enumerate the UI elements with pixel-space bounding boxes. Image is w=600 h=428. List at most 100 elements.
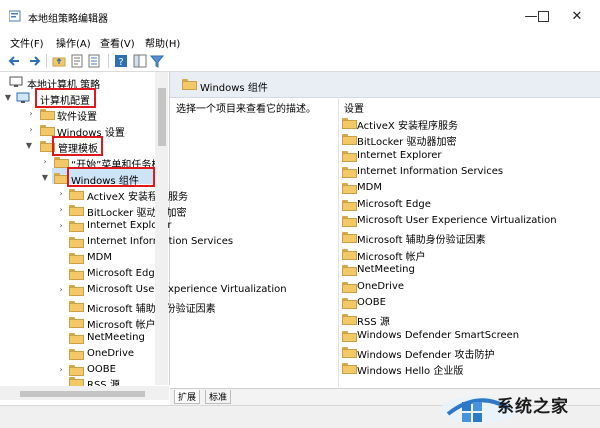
pane-divider xyxy=(338,97,339,387)
expand-arrow-icon[interactable]: › xyxy=(26,106,36,122)
folder-icon xyxy=(69,253,84,264)
tree-node-mdm[interactable]: MDM xyxy=(0,250,156,266)
list-item-label: Microsoft 帐户 xyxy=(357,252,426,263)
folder-icon xyxy=(342,282,357,293)
tab-extended[interactable]: 扩展 xyxy=(174,390,201,404)
svg-text:?: ? xyxy=(118,57,123,68)
tree-node-ue-v[interactable]: › Microsoft User Experience Virtualizati… xyxy=(0,282,287,298)
folder-icon xyxy=(342,249,357,260)
folder-icon xyxy=(182,79,197,90)
expand-arrow-icon[interactable]: › xyxy=(56,186,66,202)
menu-action[interactable]: 操作(A) xyxy=(56,35,91,50)
properties-icon[interactable] xyxy=(70,54,84,68)
list-item-label: ActiveX 安装程序服务 xyxy=(357,121,458,132)
expand-arrow-icon[interactable]: › xyxy=(56,218,66,234)
expand-arrow-icon[interactable]: › xyxy=(40,154,50,170)
menu-file[interactable]: 文件(F) xyxy=(10,35,44,50)
folder-icon xyxy=(69,269,84,280)
folder-icon xyxy=(69,285,84,296)
list-item-label: RSS 源 xyxy=(357,317,390,328)
folder-icon xyxy=(342,331,357,342)
list-item-label: OneDrive xyxy=(357,281,405,292)
tree-node-software-settings[interactable]: › 软件设置 xyxy=(0,106,156,123)
list-item-label: Microsoft Edge xyxy=(357,199,431,210)
folder-icon xyxy=(69,221,84,232)
column-header-setting[interactable]: 设置 xyxy=(344,100,364,115)
folder-up-icon[interactable] xyxy=(52,54,66,68)
tree-vertical-scroll-thumb[interactable] xyxy=(158,88,166,146)
folder-icon xyxy=(40,109,55,120)
folder-icon xyxy=(69,349,84,360)
tree-node-netmeeting[interactable]: NetMeeting xyxy=(0,330,156,346)
export-list-icon[interactable] xyxy=(88,54,102,68)
expand-arrow-icon[interactable]: › xyxy=(56,202,66,218)
description-text: 选择一个项目来查看它的描述。 xyxy=(176,104,316,115)
folder-icon xyxy=(342,183,357,194)
folder-icon xyxy=(342,232,357,243)
highlight-box-administrative-templates xyxy=(52,136,103,156)
list-item-label: Windows Defender 攻击防护 xyxy=(357,350,495,361)
folder-icon xyxy=(69,317,84,328)
tree-node-microsoft-edge[interactable]: Microsoft Edge xyxy=(0,266,161,282)
close-button[interactable]: ✕ xyxy=(554,0,600,32)
highlight-box-windows-components xyxy=(67,167,155,187)
tree-node-iis[interactable]: Internet Information Services xyxy=(0,234,233,250)
folder-icon xyxy=(69,189,84,200)
tree-horizontal-scroll-thumb[interactable] xyxy=(20,391,145,397)
expand-arrow-icon[interactable]: › xyxy=(56,282,66,298)
folder-icon xyxy=(342,134,357,145)
list-item-label: OOBE xyxy=(357,297,386,308)
folder-icon xyxy=(342,347,357,358)
toolbar-separator xyxy=(108,54,109,68)
folder-icon xyxy=(69,205,84,216)
expand-arrow-icon[interactable]: › xyxy=(26,122,36,138)
back-icon[interactable] xyxy=(8,54,22,68)
list-item-label: Internet Explorer xyxy=(357,150,442,161)
collapse-arrow-icon[interactable]: ▼ xyxy=(24,138,34,154)
forward-icon[interactable] xyxy=(27,54,41,68)
menu-help[interactable]: 帮助(H) xyxy=(145,35,180,50)
tree-node-label: MDM xyxy=(87,252,112,263)
list-item-label: NetMeeting xyxy=(357,264,415,275)
menu-view[interactable]: 查看(V) xyxy=(100,35,135,50)
list-item-label: Windows Hello 企业版 xyxy=(357,366,464,377)
show-pane-icon[interactable] xyxy=(133,54,147,68)
toolbar-separator xyxy=(46,54,47,68)
list-item-label: Microsoft User Experience Virtualization xyxy=(357,215,557,226)
collapse-arrow-icon[interactable]: ▼ xyxy=(3,90,13,106)
list-item-label: BitLocker 驱动器加密 xyxy=(357,137,457,148)
folder-icon xyxy=(69,301,84,312)
folder-icon xyxy=(69,237,84,248)
tree-node-internet-explorer[interactable]: › Internet Explorer xyxy=(0,218,172,234)
computer-icon xyxy=(16,92,30,103)
maximize-icon xyxy=(537,10,549,22)
folder-icon xyxy=(342,314,357,325)
folder-icon xyxy=(342,298,357,309)
policy-editor-app-icon xyxy=(9,10,21,22)
filter-icon[interactable] xyxy=(150,54,164,68)
folder-icon xyxy=(342,216,357,227)
help-icon[interactable]: ? xyxy=(114,54,128,68)
tab-standard[interactable]: 标准 xyxy=(205,390,232,404)
folder-icon xyxy=(342,167,357,178)
list-item-label: Internet Information Services xyxy=(357,166,504,177)
tree-node-microsoft-account[interactable]: Microsoft 帐户 xyxy=(0,314,156,331)
tree-node-label: Microsoft 帐户 xyxy=(87,320,156,331)
folder-icon xyxy=(40,125,55,136)
folder-icon xyxy=(342,118,357,129)
highlight-box-computer-configuration xyxy=(35,88,96,108)
tree-node-label: NetMeeting xyxy=(87,332,145,343)
title-bar: 本地组策略编辑器 — ✕ xyxy=(0,0,600,32)
collapse-arrow-icon[interactable]: ▼ xyxy=(40,170,50,186)
list-item-label: MDM xyxy=(357,182,382,193)
list-item-label: Windows Defender SmartScreen xyxy=(357,330,520,341)
tree-node-label: OneDrive xyxy=(87,348,135,359)
tree-node-onedrive[interactable]: OneDrive xyxy=(0,346,156,362)
folder-icon xyxy=(342,265,357,276)
tree-node-activex[interactable]: › ActiveX 安装程序服务 xyxy=(0,186,188,203)
folder-icon xyxy=(342,151,357,162)
tree-node-label: 软件设置 xyxy=(57,112,97,123)
watermark-text: 系统之家 xyxy=(497,397,569,417)
tree-node-bitlocker[interactable]: › BitLocker 驱动器加密 xyxy=(0,202,186,219)
tree-node-secondary-auth[interactable]: Microsoft 辅助身份验证因素 xyxy=(0,298,216,315)
